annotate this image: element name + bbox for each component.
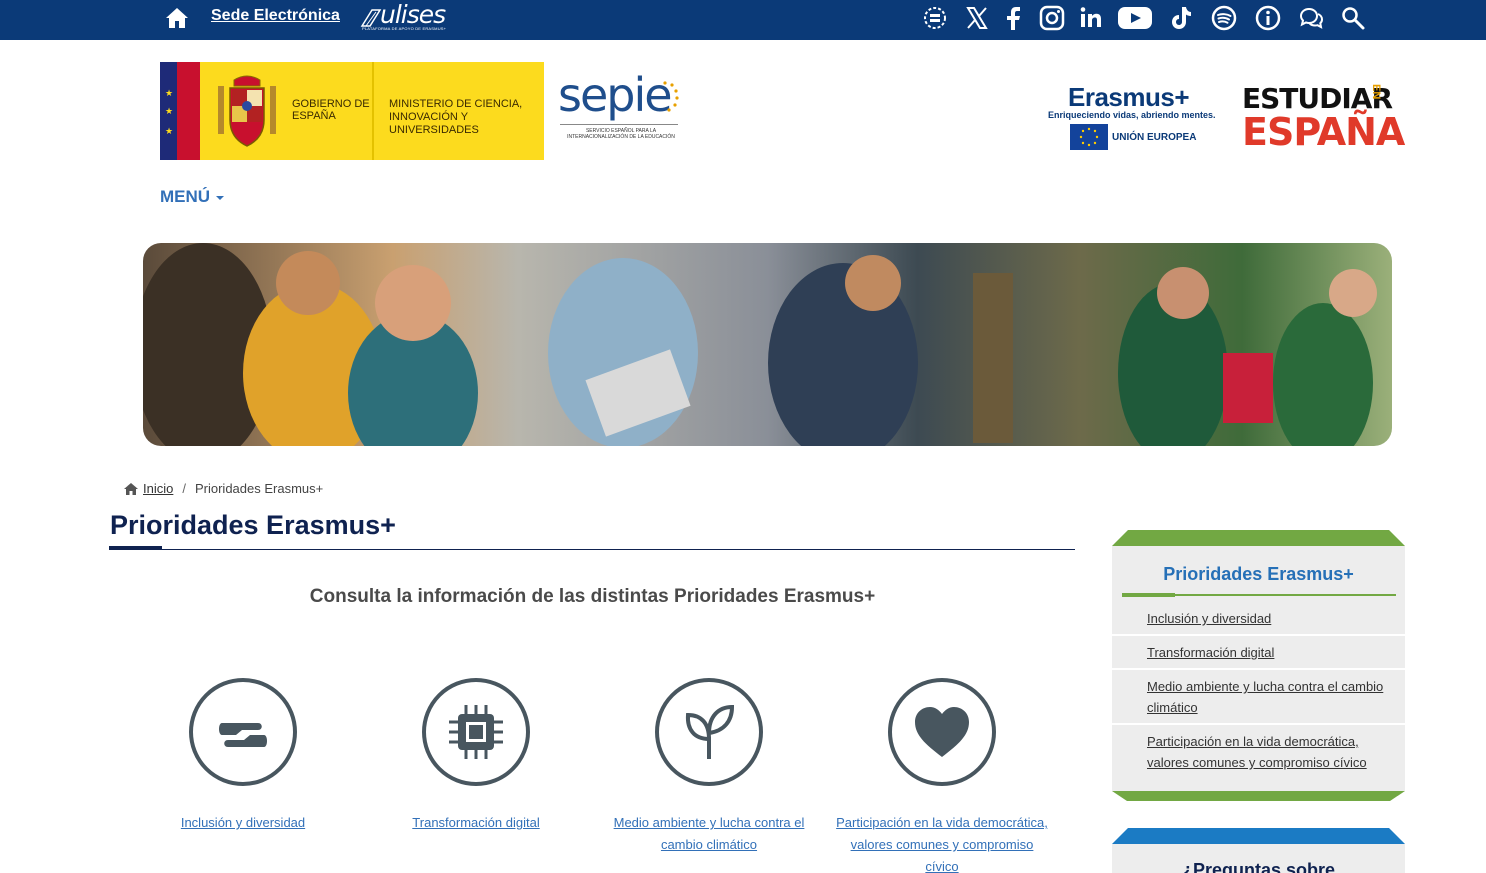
title-accent-bar [109,546,162,550]
gobierno-de-espana-logo[interactable]: ★ ★ ★ GOBIERNO DE ESPAÑA MINISTERIO DE C… [160,62,544,160]
ministerio-label: MINISTERIO DE CIENCIA, INNOVACIÓN Y UNIV… [389,98,523,136]
search-icon[interactable] [1336,3,1370,33]
sidebar-list: Inclusión y diversidad Transformación di… [1112,602,1405,778]
eu-flag-stripe: ★ ★ ★ [160,62,177,160]
sidebar-faq-top-accent [1112,828,1405,844]
sprout-icon [685,704,735,759]
breadcrumb: Inicio / Prioridades Erasmus+ [124,481,323,496]
info-icon[interactable] [1251,3,1285,33]
sepie-divider [560,124,678,125]
priority-link-environment[interactable]: Medio ambiente y lucha contra el cambio … [603,812,815,856]
sidebar-link[interactable]: Participación en la vida democrática, va… [1147,734,1367,770]
menu-label: MENÚ [160,187,211,206]
instagram-icon[interactable] [1035,3,1069,33]
home-icon[interactable] [164,5,190,31]
sidebar-title: Prioridades Erasmus+ [1163,564,1354,584]
sidebar-faq-title: ¿Preguntas sobre [1181,860,1336,873]
logo-divider [372,62,374,160]
title-underline [109,549,1075,550]
facebook-icon[interactable] [996,3,1030,33]
priority-card-inclusion: Inclusión y diversidad [138,678,348,834]
sidebar-link[interactable]: Transformación digital [1147,645,1274,660]
sidebar-item-democracy: Participación en la vida democrática, va… [1112,725,1405,778]
priority-card-environment: Medio ambiente y lucha contra el cambio … [603,678,815,856]
priority-link-inclusion[interactable]: Inclusión y diversidad [138,812,348,834]
sidebar-faq-box: ¿Preguntas sobre [1112,828,1405,873]
sepie-tagline: SERVICIO ESPAÑOL PARA LA INTERNACIONALIZ… [567,128,675,140]
accessibility-icon[interactable] [918,3,952,33]
eu-flag-icon [1070,124,1108,150]
sidebar-title-accent [1122,593,1175,597]
sidebar-bottom-accent [1112,791,1405,801]
linkedin-icon[interactable] [1074,3,1108,33]
estudiar-en-espana-logo[interactable]: ESTUDIAR EN ESPAÑA [1242,82,1405,154]
page-title: Prioridades Erasmus+ [110,510,396,540]
sidebar-item-environment: Medio ambiente y lucha contra el cambio … [1112,670,1405,725]
breadcrumb-home-link[interactable]: Inicio [143,481,173,496]
caret-down-icon [216,195,225,200]
breadcrumb-current: Prioridades Erasmus+ [194,481,324,496]
chip-icon [449,705,503,759]
priority-card-digital: Transformación digital [371,678,581,834]
ulises-wordmark: ulises [380,0,446,29]
heart-icon [915,707,969,757]
union-europea-label: UNIÓN EUROPEA [1112,132,1197,143]
priority-circle[interactable] [888,678,996,786]
priority-circle[interactable] [655,678,763,786]
tiktok-icon[interactable] [1164,3,1198,33]
breadcrumb-separator: / [182,481,186,496]
main-menu-button[interactable]: MENÚ [160,187,225,207]
intro-text: Consulta la información de las distintas… [309,586,876,607]
ulises-logo[interactable]: ulises PLATAFORMA DE APOYO DE ERASMUS+ [360,0,458,36]
espana-label: ESPAÑA [1242,110,1405,154]
top-navigation-bar: Sede Electrónica ulises PLATAFORMA DE AP… [0,0,1486,40]
priority-circle[interactable] [422,678,530,786]
chat-icon[interactable] [1294,3,1328,33]
priority-link-democracy[interactable]: Participación en la vida democrática, va… [836,812,1048,873]
youtube-icon[interactable] [1115,3,1155,33]
sidebar-link[interactable]: Medio ambiente y lucha contra el cambio … [1147,679,1383,715]
x-icon[interactable] [960,3,994,33]
priority-link-digital[interactable]: Transformación digital [371,812,581,834]
sidebar-priorities-box: Prioridades Erasmus+ Inclusión y diversi… [1112,530,1405,801]
sidebar-item-digital: Transformación digital [1112,636,1405,670]
erasmus-tagline: Enriqueciendo vidas, abriendo mentes. [1048,110,1216,120]
hero-banner-image [143,243,1392,446]
spotify-icon[interactable] [1207,3,1241,33]
priority-card-democracy: Participación en la vida democrática, va… [836,678,1048,873]
eu-stars-icon [663,81,679,112]
erasmus-plus-logo[interactable]: Erasmus+ Enriqueciendo vidas, abriendo m… [1046,82,1218,152]
coat-of-arms-icon [218,75,276,147]
sede-electronica-link[interactable]: Sede Electrónica [211,7,340,25]
hands-icon [218,723,268,747]
sepie-logo[interactable]: sepie SERVICIO ESPAÑOL PARA LA INTERNACI… [558,68,682,146]
erasmus-title: Erasmus+ [1068,82,1190,112]
ulises-tagline: PLATAFORMA DE APOYO DE ERASMUS+ [362,26,447,31]
sidebar-link[interactable]: Inclusión y diversidad [1147,611,1271,626]
en-label: EN [1370,84,1382,100]
home-icon [124,482,138,495]
gobierno-label: GOBIERNO DE ESPAÑA [292,98,370,122]
sidebar-top-accent [1112,530,1405,546]
priority-circle[interactable] [189,678,297,786]
sidebar-item-inclusion: Inclusión y diversidad [1112,602,1405,636]
